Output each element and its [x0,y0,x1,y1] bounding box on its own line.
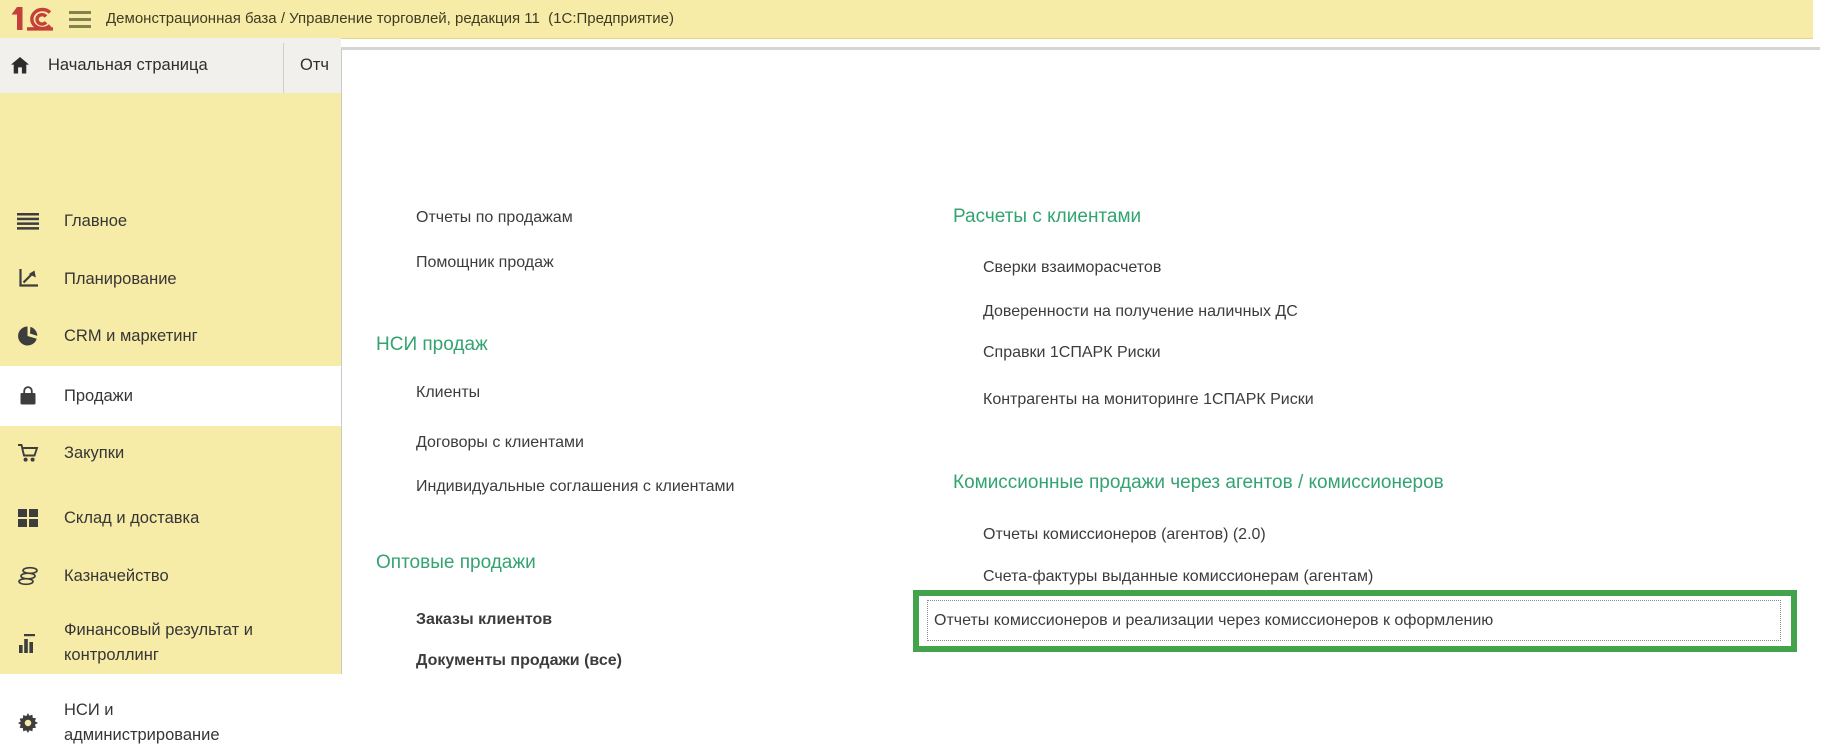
menu-item-customer-orders[interactable]: Заказы клиентов [416,609,552,631]
sidebar-item-nsi-administration[interactable]: НСИ иадминистрирование [0,691,342,755]
shopping-bag-icon [15,386,41,406]
tab-reports-clipped[interactable]: Отч [284,38,341,93]
menu-item-sales-documents-all[interactable]: Документы продажи (все) [416,650,622,672]
menu-item-reconciliations[interactable]: Сверки взаиморасчетов [983,257,1161,279]
sidebar-item-label: Склад и доставка [64,506,199,531]
sidebar-item-label: Казначейство [64,564,169,589]
gear-icon [15,713,41,733]
warehouse-grid-icon [15,509,41,527]
sidebar-item-label: Планирование [64,267,177,292]
sidebar-item-warehouse-delivery[interactable]: Склад и доставка [0,498,342,538]
menu-item-individual-agreements[interactable]: Индивидуальные соглашения с клиентами [416,476,734,498]
menu-item-sales-reports[interactable]: Отчеты по продажам [416,207,573,229]
sidebar-item-label: Закупки [64,441,124,466]
menu-item-clients[interactable]: Клиенты [416,382,480,404]
group-header-commission-sales: Комиссионные продажи через агентов / ком… [953,471,1444,495]
menu-item-commission-agent-reports-20[interactable]: Отчеты комиссионеров (агентов) (2.0) [983,524,1266,546]
sidebar-item-label: Продажи [64,384,133,409]
sidebar-item-crm-marketing[interactable]: CRM и маркетинг [0,316,342,356]
tab-reports-label: Отч [300,38,329,93]
sales-section-menu-panel: Отчеты по продажам Помощник продаж НСИ п… [341,47,1820,674]
menu-item-client-contracts[interactable]: Договоры с клиентами [416,432,584,454]
sidebar-item-sales[interactable]: Продажи [0,366,342,426]
sidebar-item-purchases[interactable]: Закупки [0,433,342,473]
sidebar-item-label: НСИ иадминистрирование [64,698,220,748]
menu-item-1spark-risk-certificates[interactable]: Справки 1СПАРК Риски [983,342,1161,364]
group-header-client-settlements: Расчеты с клиентами [953,205,1141,229]
1c-logo-icon [10,4,56,34]
tab-home-page[interactable]: Начальная страница [0,38,283,93]
window-title: Демонстрационная база / Управление торго… [106,0,674,38]
sidebar-item-treasury[interactable]: Казначейство [0,556,342,596]
menu-item-1spark-risk-monitoring[interactable]: Контрагенты на мониторинге 1СПАРК Риски [983,389,1314,411]
menu-lines-icon [15,213,41,230]
pie-chart-icon [15,326,41,346]
tab-home-label: Начальная страница [48,38,208,93]
bar-chart-icon [15,634,41,653]
sidebar-item-main[interactable]: Главное [0,201,342,241]
sidebar-item-label: Главное [64,209,127,234]
shopping-cart-icon [15,443,41,463]
main-menu-icon[interactable] [69,11,91,28]
tabs-bar: Начальная страница Отч [0,38,341,93]
menu-item-commission-reports-for-registration[interactable]: Отчеты комиссионеров и реализации через … [927,600,1781,641]
sidebar-item-financial-result[interactable]: Финансовый результат иконтроллинг [0,611,342,675]
menu-item-powers-of-attorney-cash[interactable]: Доверенности на получение наличных ДС [983,301,1298,323]
group-header-nsi-sales: НСИ продаж [376,333,488,357]
sidebar-item-planning[interactable]: Планирование [0,259,342,299]
coins-icon [15,566,41,586]
menu-item-sales-assistant[interactable]: Помощник продаж [416,252,554,274]
menu-item-invoices-to-commission-agents[interactable]: Счета-фактуры выданные комиссионерам (аг… [983,566,1373,588]
sidebar-item-label: CRM и маркетинг [64,324,198,349]
sidebar-item-label: Финансовый результат иконтроллинг [64,618,253,668]
highlight-annotation-box: Отчеты комиссионеров и реализации через … [913,590,1797,652]
planning-chart-icon [15,269,41,289]
group-header-wholesale-sales: Оптовые продажи [376,551,536,575]
topbar: Демонстрационная база / Управление торго… [0,0,1813,39]
home-icon [11,57,29,74]
sections-sidebar: Главное Планирование CRM и маркетинг [0,93,342,674]
